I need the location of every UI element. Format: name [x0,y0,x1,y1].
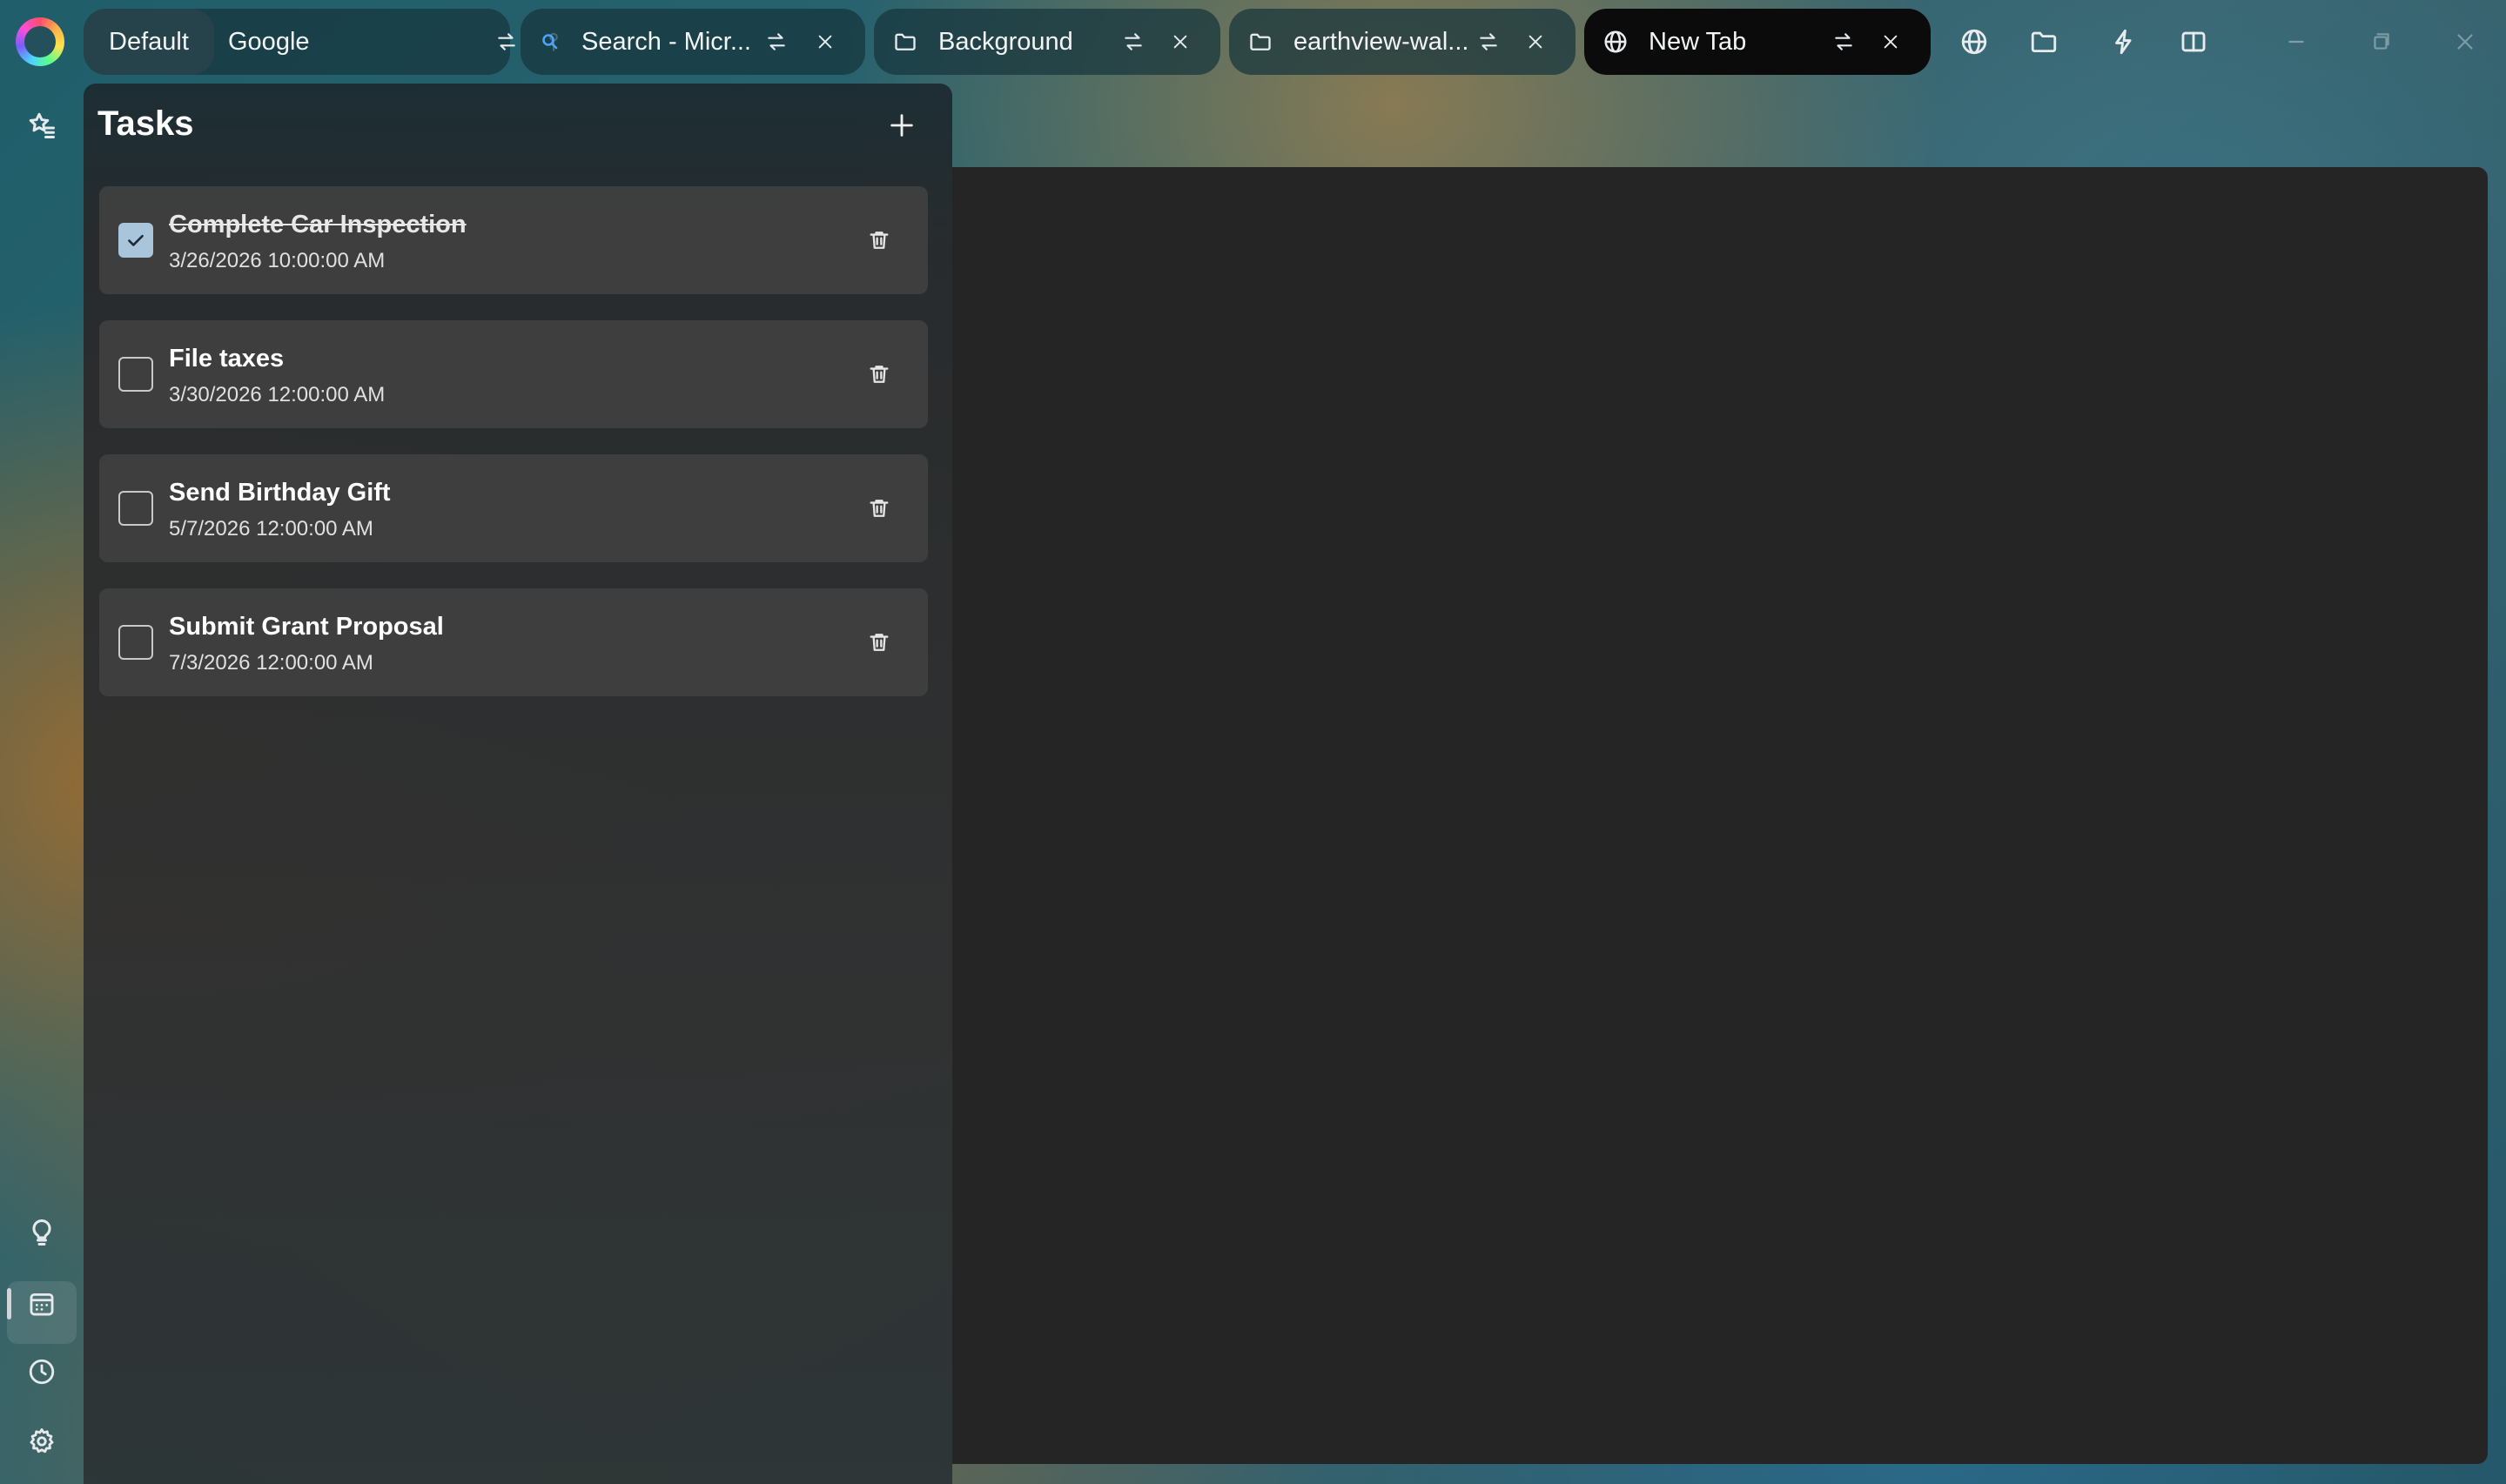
page-content [952,167,2488,1464]
close-icon[interactable] [2446,23,2484,61]
tab-search[interactable]: Search - Micr... [521,9,865,75]
minimize-icon[interactable] [2277,23,2315,61]
close-icon[interactable] [1873,24,1908,59]
task-item[interactable]: Submit Grant Proposal 7/3/2026 12:00:00 … [99,588,928,696]
lightbulb-icon[interactable] [23,1213,61,1252]
tab-label: New Tab [1649,28,1747,56]
lightning-icon[interactable] [2105,23,2143,61]
delete-task-button[interactable] [862,223,897,258]
plus-icon [890,114,913,137]
task-date: 3/30/2026 12:00:00 AM [169,383,386,406]
task-date: 3/26/2026 10:00:00 AM [169,249,386,272]
swap-icon[interactable] [489,24,524,59]
close-icon[interactable] [808,24,843,59]
swap-icon[interactable] [1116,24,1151,59]
trash-icon [870,232,889,249]
tab-label: Background [938,28,1073,56]
active-indicator [7,1288,11,1319]
favorites-icon[interactable] [23,106,61,144]
delete-task-button[interactable] [862,491,897,526]
swap-icon[interactable] [1826,24,1861,59]
clock-icon[interactable] [23,1353,61,1391]
task-date: 7/3/2026 12:00:00 AM [169,651,373,675]
task-checkbox[interactable] [118,223,153,258]
tab-label: earthview-wal... [1293,28,1469,56]
task-checkbox[interactable] [118,491,153,526]
task-item[interactable]: Complete Car Inspection 3/26/2026 10:00:… [99,186,928,294]
close-icon[interactable] [1518,24,1553,59]
delete-task-button[interactable] [862,357,897,392]
close-icon[interactable] [1163,24,1198,59]
tab-earthview[interactable]: earthview-wal... [1229,9,1575,75]
task-item[interactable]: File taxes 3/30/2026 12:00:00 AM [99,320,928,428]
search-icon [533,24,568,59]
workspace-button[interactable]: Default [84,9,214,75]
add-task-button[interactable] [881,104,923,146]
split-view-icon[interactable] [2174,23,2213,61]
settings-icon[interactable] [23,1422,61,1460]
task-item[interactable]: Send Birthday Gift 5/7/2026 12:00:00 AM [99,454,928,562]
tab-label: Search - Micr... [581,28,751,56]
app-logo-icon[interactable] [16,17,64,66]
folder-icon[interactable] [2025,23,2063,61]
task-name: Send Birthday Gift [169,479,391,507]
trash-icon [870,634,889,651]
task-checkbox[interactable] [118,625,153,660]
swap-icon[interactable] [759,24,794,59]
globe-icon[interactable] [1955,23,1993,61]
panel-title: Tasks [97,104,194,143]
delete-task-button[interactable] [862,625,897,660]
checkmark-icon [128,234,144,246]
task-name: File taxes [169,345,285,373]
task-checkbox[interactable] [118,357,153,392]
trash-icon [870,366,889,383]
calendar-icon[interactable] [23,1285,61,1323]
tasks-panel: Tasks Complete Car Inspection 3/26/2026 … [84,84,952,1484]
task-date: 5/7/2026 12:00:00 AM [169,517,373,541]
globe-icon [1598,24,1633,59]
tab-background[interactable]: Background [874,9,1220,75]
restore-icon[interactable] [2362,23,2401,61]
folder-icon [1243,24,1278,59]
tab-label: Google [228,28,310,56]
workspace-label: Default [109,27,189,56]
task-name: Submit Grant Proposal [169,613,444,641]
task-name: Complete Car Inspection [169,211,467,238]
trash-icon [870,500,889,517]
swap-icon[interactable] [1471,24,1506,59]
tab-new-tab[interactable]: New Tab [1584,9,1931,75]
title-bar: Google Default Search - Micr... Backgrou… [0,0,2506,84]
folder-icon [888,24,923,59]
